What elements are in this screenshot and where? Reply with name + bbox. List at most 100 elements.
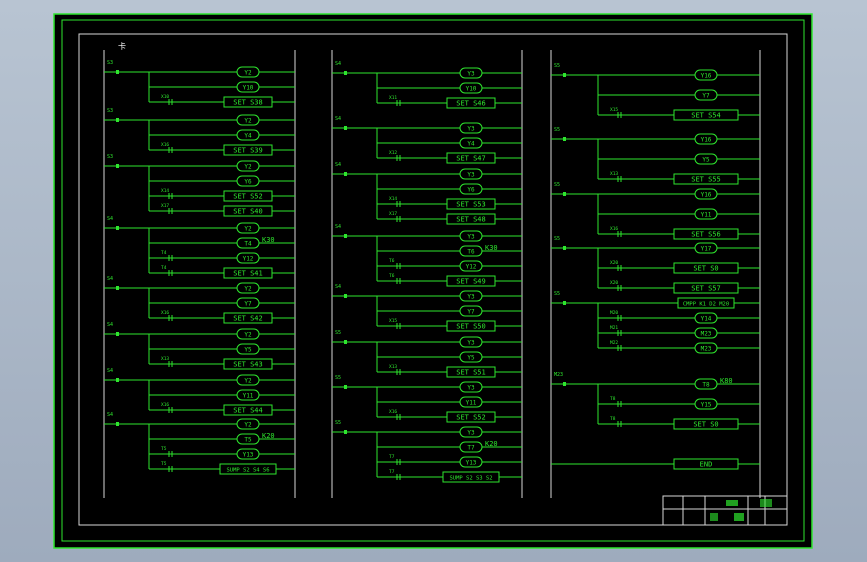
coil-label: T6 (467, 249, 475, 256)
instruction-label: SET S40 (233, 208, 263, 216)
branch-contact-label: X13 (610, 171, 618, 177)
coil-label: T8 (702, 382, 710, 389)
rung-contact-label: S4 (335, 284, 341, 290)
instruction-label: SET S38 (233, 99, 263, 107)
branch-contact-label: X14 (389, 196, 397, 202)
coil-label: T7 (467, 445, 475, 452)
timer-constant-label: K20 (485, 440, 498, 448)
instruction-label: SET S0 (693, 265, 718, 273)
branch-contact-label: X16 (389, 409, 397, 415)
coil-label: Y2 (244, 378, 252, 385)
branch-contact-label: X17 (389, 211, 397, 217)
branch-contact-label: X16 (161, 402, 169, 408)
coil-label: Y15 (701, 402, 712, 409)
coil-label: Y11 (466, 400, 477, 407)
instruction-label: END (700, 461, 713, 469)
rung-contact-label: S5 (335, 375, 341, 381)
rung-contact-label: S5 (554, 291, 560, 297)
coil-label: Y13 (243, 452, 254, 459)
coil-label: Y3 (467, 71, 475, 78)
branch-contact-label: X16 (161, 310, 169, 316)
rung-contact-label: S5 (554, 127, 560, 133)
rung-contact-label: S3 (107, 108, 113, 114)
coil-label: Y2 (244, 118, 252, 125)
coil-label: Y2 (244, 422, 252, 429)
instruction-label: SUMP S2 S3 S2 (449, 476, 492, 482)
coil-label: T5 (244, 437, 252, 444)
coil-label: Y12 (466, 264, 477, 271)
branch-contact-label: X15 (389, 318, 397, 324)
instruction-label: SUMP S2 S4 S6 (226, 468, 269, 474)
branch-contact-label: X10 (161, 94, 169, 100)
branch-contact-label: T8 (610, 416, 616, 422)
coil-label: Y10 (243, 85, 254, 92)
coil-label: Y10 (466, 86, 477, 93)
coil-label: Y3 (467, 430, 475, 437)
rung-contact-label: M23 (554, 372, 563, 378)
coil-label: Y14 (701, 316, 712, 323)
coil-label: Y2 (244, 70, 252, 77)
branch-contact-label: M22 (610, 340, 618, 346)
rung-contact-label: S5 (554, 236, 560, 242)
branch-contact-label: T5 (161, 461, 167, 467)
coil-label: Y5 (702, 157, 710, 164)
instruction-label: SET S41 (233, 270, 263, 278)
branch-contact-label: X20 (610, 260, 618, 266)
coil-label: Y3 (467, 172, 475, 179)
branch-contact-label: X15 (610, 107, 618, 113)
branch-contact-label: X16 (610, 226, 618, 232)
branch-contact-label: X13 (161, 356, 169, 362)
instruction-label: SET S47 (456, 155, 486, 163)
coil-label: Y7 (467, 309, 475, 316)
coil-label: Y12 (243, 256, 254, 263)
rung-contact-label: S5 (335, 330, 341, 336)
rung-contact-label: S4 (107, 216, 113, 222)
rung-contact-label: S3 (107, 154, 113, 160)
rung-contact-label: S4 (107, 368, 113, 374)
rung-contact-label: S4 (335, 224, 341, 230)
branch-contact-label: M20 (610, 310, 618, 316)
branch-contact-label: T8 (610, 396, 616, 402)
rung-contact-label: S3 (107, 60, 113, 66)
branch-contact-label: T6 (389, 258, 395, 264)
branch-contact-label: T4 (161, 250, 167, 256)
coil-label: Y16 (701, 73, 712, 80)
instruction-label: SET S43 (233, 361, 263, 369)
coil-label: Y11 (701, 212, 712, 219)
instruction-label: SET S55 (691, 176, 721, 184)
instruction-label: SET S52 (233, 193, 263, 201)
branch-contact-label: T6 (389, 273, 395, 279)
coil-label: Y16 (701, 192, 712, 199)
coil-label: Y16 (701, 137, 712, 144)
rung-contact-label: S4 (335, 162, 341, 168)
branch-contact-label: X20 (610, 280, 618, 286)
coil-label: Y2 (244, 286, 252, 293)
coil-label: Y2 (244, 164, 252, 171)
coil-label: Y2 (244, 226, 252, 233)
coil-label: Y17 (701, 246, 712, 253)
branch-contact-label: M21 (610, 325, 618, 331)
coil-label: Y5 (244, 347, 252, 354)
timer-constant-label: K30 (485, 244, 498, 252)
branch-contact-label: T4 (161, 265, 167, 271)
rung-contact-label: S5 (554, 182, 560, 188)
coil-label: Y3 (467, 294, 475, 301)
branch-contact-label: T7 (389, 454, 395, 460)
timer-constant-label: K20 (262, 432, 275, 440)
coil-label: Y13 (466, 460, 477, 467)
instruction-label: SET S42 (233, 315, 263, 323)
branch-contact-label: T5 (161, 446, 167, 452)
instruction-label: SET S46 (456, 100, 486, 108)
instruction-label: SET S54 (691, 112, 721, 120)
instruction-label: SET S53 (456, 201, 486, 209)
rung-contact-label: S4 (335, 116, 341, 122)
coil-label: Y2 (244, 332, 252, 339)
instruction-label: SET S48 (456, 216, 486, 224)
instruction-label: SET S51 (456, 369, 486, 377)
coil-label: Y3 (467, 385, 475, 392)
instruction-label: SET S56 (691, 231, 721, 239)
branch-contact-label: X13 (389, 364, 397, 370)
branch-contact-label: X14 (161, 188, 169, 194)
rung-contact-label: S4 (107, 276, 113, 282)
instruction-label: SET S57 (691, 285, 721, 293)
